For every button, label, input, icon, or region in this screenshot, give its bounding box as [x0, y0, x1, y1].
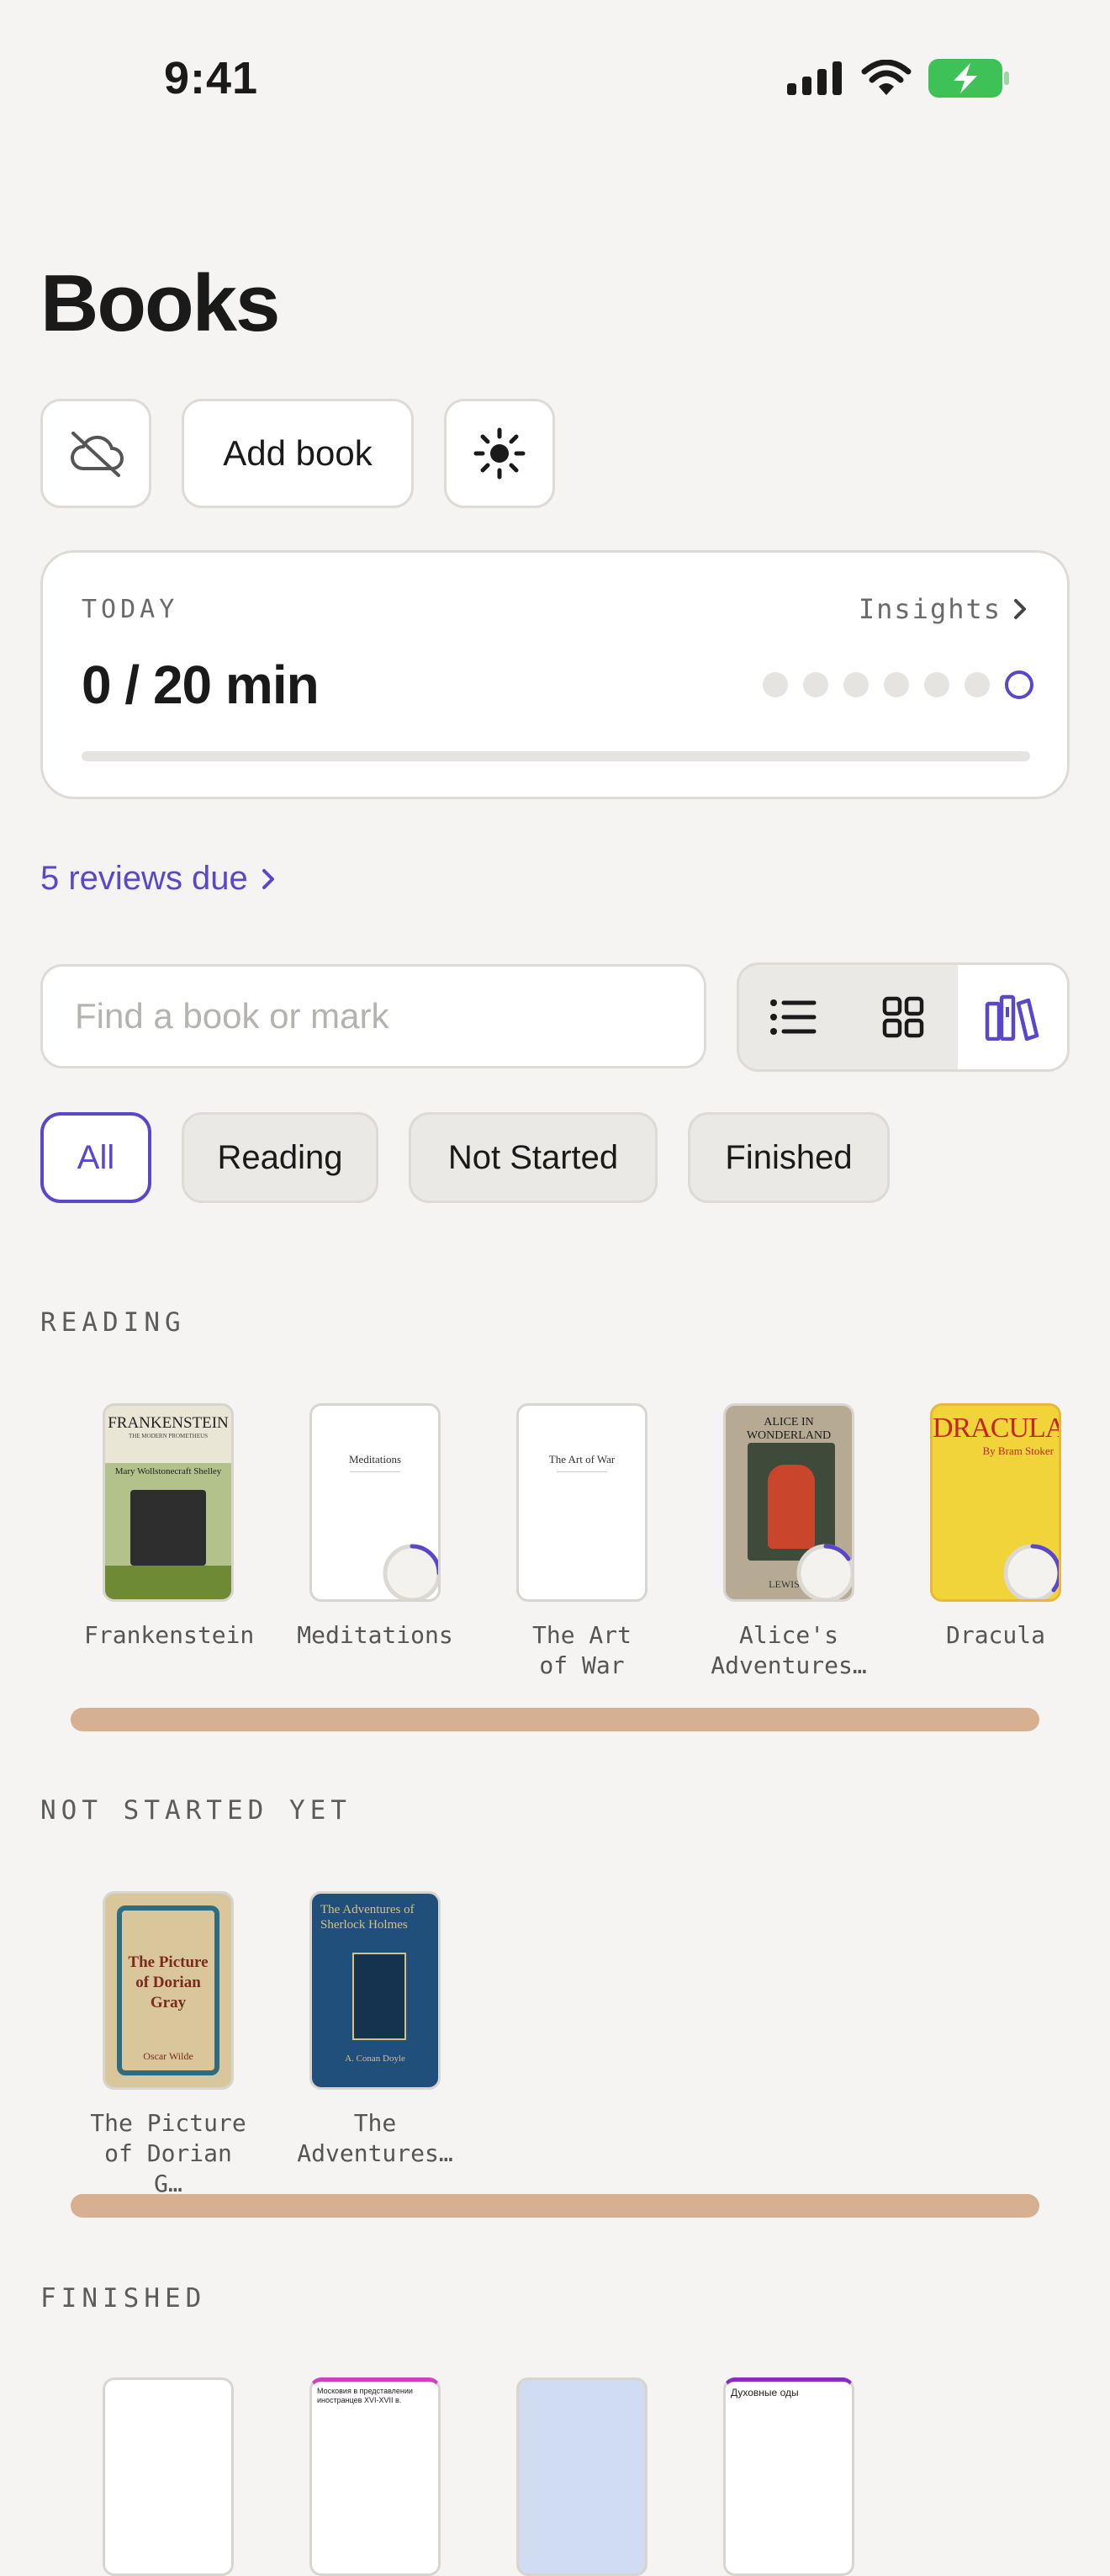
book-item[interactable]: The Art of War The Art of War — [498, 1403, 666, 1681]
cloud-off-icon — [71, 432, 124, 477]
list-icon — [770, 999, 817, 1035]
book-item[interactable]: Meditations Meditations — [291, 1403, 459, 1651]
cover-title: ALICE IN WONDERLAND — [746, 1416, 832, 1442]
book-cover-finished-4: Духовные оды — [723, 2377, 854, 2576]
reviews-due-link[interactable]: 5 reviews due — [40, 860, 275, 898]
book-cover-finished-1 — [103, 2377, 234, 2576]
cover-title: The Adventures of Sherlock Holmes — [320, 1903, 415, 1932]
today-progress-bar — [82, 751, 1030, 761]
book-title: Meditations — [297, 1621, 453, 1649]
today-label: TODAY — [82, 595, 179, 624]
sun-icon — [473, 427, 526, 480]
book-cover-finished-3 — [516, 2377, 648, 2576]
book-cover-dracula: DRACULA By Bram Stoker — [930, 1403, 1061, 1602]
book-cover-meditations: Meditations — [309, 1403, 441, 1602]
book-item[interactable]: The Adventures of Sherlock Holmes A. Con… — [291, 1891, 459, 2169]
chevron-right-icon — [1014, 599, 1026, 619]
book-cover-art-of-war: The Art of War — [516, 1403, 648, 1602]
grid-view-button[interactable] — [848, 965, 958, 1069]
book-item[interactable] — [84, 2377, 252, 2576]
book-cover-sherlock-holmes: The Adventures of Sherlock Holmes A. Con… — [309, 1891, 441, 2090]
cover-author: By Bram Stoker — [982, 1444, 1054, 1457]
book-title: The Art of War — [531, 1621, 632, 1679]
search-placeholder: Find a book or mark — [75, 996, 389, 1036]
cover-author: A. Conan Doyle — [345, 2054, 405, 2064]
streak-dot-today — [1005, 671, 1033, 699]
week-streak-dots — [763, 671, 1033, 699]
reading-progress-ring — [383, 1544, 438, 1599]
book-cover-alice: ALICE IN WONDERLAND LEWIS C — [723, 1403, 854, 1602]
chevron-right-icon — [262, 868, 274, 889]
reading-progress-ring — [1003, 1544, 1059, 1599]
view-mode-toggle — [737, 962, 1070, 1072]
cellular-signal-icon — [787, 61, 842, 95]
today-minutes-value: 0 / 20 min — [82, 655, 320, 715]
streak-dot — [763, 672, 788, 697]
book-item[interactable]: Духовные оды — [705, 2377, 873, 2576]
book-title: The Picture of Dorian G… — [90, 2109, 246, 2197]
streak-dot — [843, 672, 869, 697]
streak-dot — [965, 672, 990, 697]
filter-reading[interactable]: Reading — [182, 1112, 378, 1203]
bookshelf-plank — [71, 1708, 1039, 1731]
book-item[interactable]: ALICE IN WONDERLAND LEWIS C Alice's Adven… — [705, 1403, 873, 1681]
streak-dot — [924, 672, 949, 697]
status-icons — [787, 59, 1009, 98]
insights-link[interactable]: Insights — [859, 593, 1027, 625]
shelf-view-button[interactable] — [958, 965, 1067, 1069]
filter-not-started[interactable]: Not Started — [409, 1112, 658, 1203]
reading-progress-ring — [796, 1544, 852, 1599]
page-title: Books — [40, 258, 280, 348]
theme-toggle-button[interactable] — [444, 399, 555, 508]
bookshelf-plank — [71, 2194, 1039, 2218]
insights-label: Insights — [858, 593, 1002, 625]
add-book-button[interactable]: Add book — [182, 399, 414, 508]
book-item[interactable]: FRANKENSTEIN THE MODERN PROMETHEUS Mary … — [84, 1403, 255, 1651]
cover-subtitle: THE MODERN PROMETHEUS — [128, 1433, 209, 1439]
book-cover-finished-2: Московия в представлении иностранцев XVI… — [309, 2377, 441, 2576]
cover-title: Духовные оды — [731, 2387, 799, 2398]
cover-title: FRANKENSTEIN — [108, 1414, 229, 1432]
book-title: The Adventures… — [297, 2109, 453, 2167]
cover-title: Московия в представлении иностранцев XVI… — [317, 2387, 413, 2404]
book-cover-dorian-gray: The Picture of Dorian Gray Oscar Wilde — [103, 1891, 234, 2090]
grid-icon — [882, 996, 924, 1038]
streak-dot — [884, 672, 909, 697]
streak-dot — [803, 672, 828, 697]
cover-title: The Picture of Dorian Gray — [128, 1953, 209, 2012]
section-label-not-started: NOT STARTED YET — [40, 1795, 352, 1826]
battery-charging-icon — [928, 59, 1009, 98]
section-label-finished: FINISHED — [40, 2283, 207, 2314]
cover-author: Oscar Wilde — [143, 2050, 193, 2062]
cover-title: Meditations — [348, 1453, 402, 1466]
book-title: Alice's Adventures… — [711, 1621, 867, 1679]
cover-title: The Art of War — [548, 1453, 616, 1466]
cover-title: DRACULA — [933, 1413, 1061, 1444]
status-time: 9:41 — [164, 53, 259, 103]
book-title: Frankenstein — [84, 1621, 255, 1649]
book-item[interactable]: Московия в представлении иностранцев XVI… — [291, 2377, 459, 2576]
book-item[interactable]: The Picture of Dorian Gray Oscar Wilde T… — [84, 1891, 252, 2199]
book-item[interactable]: DRACULA By Bram Stoker Dracula — [912, 1403, 1080, 1651]
search-input[interactable]: Find a book or mark — [40, 964, 706, 1068]
cloud-sync-button[interactable] — [40, 399, 151, 508]
book-item[interactable] — [498, 2377, 666, 2576]
filter-all[interactable]: All — [40, 1112, 151, 1203]
reviews-due-label: 5 reviews due — [40, 860, 248, 897]
list-view-button[interactable] — [739, 965, 848, 1069]
section-label-reading: READING — [40, 1307, 186, 1338]
book-title: Dracula — [945, 1621, 1045, 1649]
cover-author: Mary Wollstonecraft Shelley — [114, 1466, 222, 1476]
filter-finished[interactable]: Finished — [688, 1112, 890, 1203]
book-cover-frankenstein: FRANKENSTEIN THE MODERN PROMETHEUS Mary … — [103, 1403, 234, 1602]
today-goal-card[interactable]: TODAY Insights 0 / 20 min — [40, 550, 1070, 799]
wifi-icon — [861, 60, 912, 95]
bookshelf-icon — [985, 994, 1039, 1041]
